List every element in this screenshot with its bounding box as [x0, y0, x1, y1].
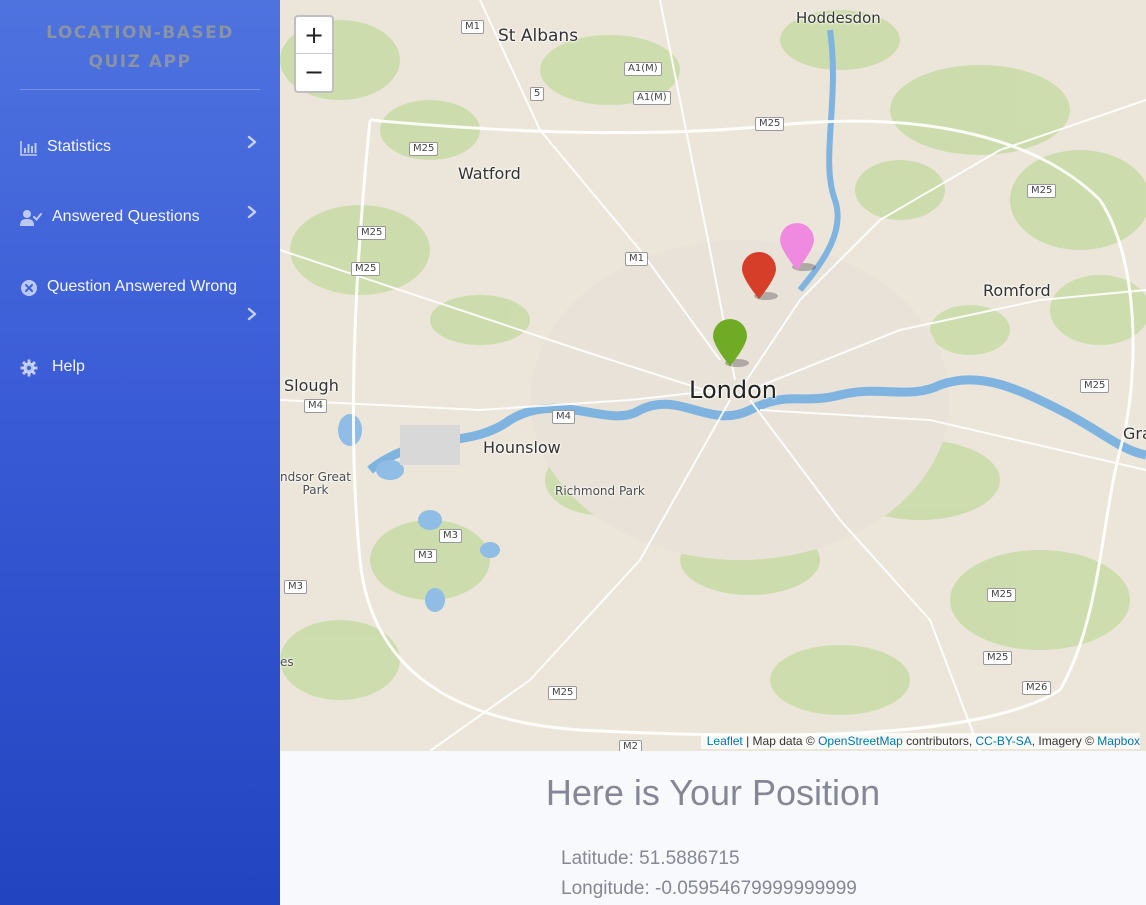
- road-shield: M26: [1022, 681, 1052, 695]
- zoom-control: + −: [294, 15, 334, 93]
- latitude-value: 51.5886715: [639, 848, 740, 869]
- sidebar-item-label: Question Answered Wrong: [47, 278, 238, 295]
- road-shield: M3: [284, 580, 307, 594]
- road-shield: M3: [439, 529, 462, 543]
- chevron-right-icon: [247, 307, 257, 321]
- sidebar-item-answered-questions[interactable]: Answered Questions: [20, 205, 258, 229]
- cog-icon: [20, 359, 38, 377]
- sidebar: LOCATION-BASED QUIZ APP Statistics Answe…: [0, 0, 280, 905]
- place-label-grays: Gra: [1123, 424, 1146, 443]
- attribution-text: | Map data ©: [742, 734, 819, 748]
- sidebar-item-question-answered-wrong[interactable]: Question Answered Wrong: [20, 277, 258, 323]
- times-circle-icon: [21, 280, 37, 296]
- road-shield: 5: [530, 87, 545, 101]
- longitude-value: -0.05954679999999999: [655, 878, 857, 899]
- zoom-in-button[interactable]: +: [296, 17, 332, 54]
- openstreetmap-link[interactable]: OpenStreetMap: [818, 734, 903, 748]
- latitude-label: Latitude:: [561, 848, 640, 869]
- pink-marker[interactable]: [778, 222, 816, 272]
- mapbox-link[interactable]: Mapbox: [1097, 734, 1140, 748]
- latitude-line: Latitude: 51.5886715: [561, 848, 740, 870]
- attribution-text: , Imagery ©: [1031, 734, 1098, 748]
- road-shield: M25: [1080, 379, 1110, 393]
- place-label-hounslow: Hounslow: [483, 438, 561, 457]
- sidebar-item-help[interactable]: Help: [20, 357, 258, 379]
- chart-bar-icon: [20, 141, 37, 156]
- road-shield: M25: [983, 651, 1013, 665]
- place-label-edge: es: [280, 655, 294, 669]
- road-shield: M25: [1027, 184, 1057, 198]
- zoom-out-button[interactable]: −: [296, 54, 332, 91]
- map-view[interactable]: Hoddesdon St Albans Watford Romford Slou…: [280, 0, 1146, 751]
- road-shield: M1: [625, 252, 648, 266]
- brand-line-2: QUIZ APP: [88, 52, 192, 72]
- app-root: LOCATION-BASED QUIZ APP Statistics Answe…: [0, 0, 1146, 905]
- chevron-right-icon: [247, 205, 257, 219]
- chevron-right-icon: [247, 135, 257, 149]
- place-label-slough: Slough: [284, 376, 339, 395]
- place-label-watford: Watford: [458, 164, 521, 183]
- red-marker[interactable]: [740, 251, 778, 301]
- road-shield: M4: [552, 410, 575, 424]
- road-shield: M1: [461, 20, 484, 34]
- map-attribution: Leaflet | Map data © OpenStreetMap contr…: [700, 733, 1140, 749]
- place-label-windsor: ndsor Great Park: [280, 470, 351, 497]
- place-label-romford: Romford: [983, 281, 1051, 300]
- leaflet-link[interactable]: Leaflet: [707, 734, 743, 748]
- sidebar-item-statistics[interactable]: Statistics: [20, 135, 258, 159]
- place-label-hoddesdon: Hoddesdon: [796, 9, 881, 27]
- place-label-st-albans: St Albans: [498, 26, 579, 46]
- road-shield: M25: [755, 117, 785, 131]
- position-title: Here is Your Position: [545, 772, 881, 813]
- brand-line-1: LOCATION-BASED: [46, 23, 234, 43]
- road-shield: M25: [548, 686, 578, 700]
- road-shield: A1(M): [624, 62, 662, 76]
- road-shield: M25: [351, 262, 381, 276]
- user-check-icon: [20, 210, 42, 226]
- sidebar-item-label: Statistics: [47, 138, 112, 155]
- road-shield: M25: [409, 142, 439, 156]
- road-shield: M4: [304, 399, 327, 413]
- place-label-london: London: [689, 376, 777, 404]
- road-shield: M2: [619, 740, 642, 751]
- sidebar-item-label: Answered Questions: [52, 208, 200, 225]
- road-shield: M3: [414, 549, 437, 563]
- longitude-line: Longitude: -0.05954679999999999: [561, 878, 857, 900]
- attribution-text: contributors,: [902, 734, 976, 748]
- position-panel: Here is Your Position Latitude: 51.58867…: [280, 751, 1146, 905]
- place-label-richmond-park: Richmond Park: [555, 484, 645, 498]
- green-marker[interactable]: [711, 318, 749, 368]
- road-shield: A1(M): [633, 91, 671, 105]
- app-brand[interactable]: LOCATION-BASED QUIZ APP: [20, 0, 260, 90]
- longitude-label: Longitude:: [561, 878, 656, 899]
- cc-by-sa-link[interactable]: CC-BY-SA: [976, 734, 1032, 748]
- road-shield: M25: [357, 226, 387, 240]
- road-shield: M25: [987, 588, 1017, 602]
- sidebar-item-label: Help: [52, 358, 85, 375]
